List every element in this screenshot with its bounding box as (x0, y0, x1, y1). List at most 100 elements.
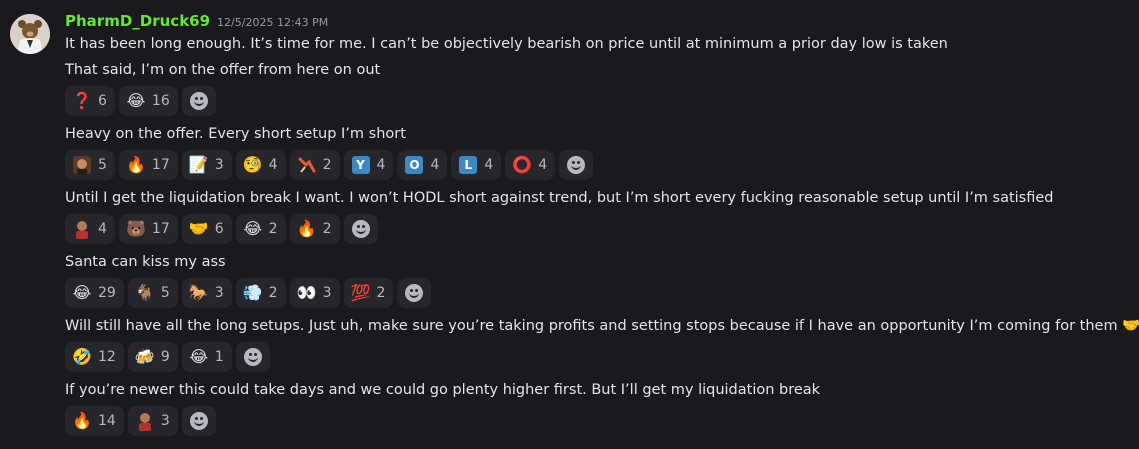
add-reaction-button[interactable] (181, 86, 216, 116)
rofl-icon: 🤣 (72, 347, 92, 366)
reaction-rofl[interactable]: 🤣 12 (65, 342, 124, 372)
smiley-add-icon (243, 348, 262, 366)
letter-y-icon: Y (351, 155, 371, 175)
reaction-bar: 😂 29 🐐 5 🐎 3 💨 2 👀 3 💯 2 (65, 278, 432, 308)
reaction-count: 2 (322, 221, 332, 237)
add-reaction-button[interactable] (181, 406, 216, 436)
reaction-chart-down[interactable]: 2 (289, 150, 340, 180)
username[interactable]: PharmD_Druck69 (65, 12, 210, 30)
reaction-hundred[interactable]: 💯 2 (343, 278, 394, 308)
fire-icon: 🔥 (125, 155, 146, 174)
avatar[interactable] (10, 14, 50, 54)
tears-of-joy-icon: 😂 (189, 347, 209, 366)
reaction-letter-o[interactable]: O 4 (397, 150, 448, 180)
hollow-circle-icon: ⭕ (512, 155, 533, 174)
reaction-bar: 🔥 14 3 (65, 406, 216, 436)
message-text: If you’re newer this could take days and… (65, 382, 821, 398)
reaction-custom-person[interactable]: 3 (127, 406, 178, 436)
reaction-count: 5 (98, 157, 107, 173)
reaction-fire[interactable]: 🔥 2 (289, 214, 340, 244)
reaction-count: 5 (160, 285, 170, 301)
reaction-goat[interactable]: 🐐 5 (127, 278, 178, 308)
reaction-count: 6 (214, 221, 224, 237)
hundred-points-icon: 💯 (350, 283, 371, 302)
reaction-letter-l[interactable]: L 4 (451, 150, 502, 180)
reaction-count: 2 (376, 285, 386, 301)
reaction-handshake[interactable]: 🤝 6 (181, 214, 232, 244)
message-group: PharmD_Druck69 12/5/2025 12:43 PM It has… (0, 0, 1139, 449)
message-text: Heavy on the offer. Every short setup I’… (65, 126, 406, 142)
fire-icon: 🔥 (296, 219, 317, 238)
reaction-memo[interactable]: 📝 3 (181, 150, 232, 180)
eyes-icon: 👀 (296, 283, 317, 302)
question-mark-icon: ❓ (72, 91, 92, 110)
reaction-eyes[interactable]: 👀 3 (289, 278, 340, 308)
reaction-count: 29 (98, 285, 116, 301)
custom-chart-down-icon (297, 155, 317, 175)
reaction-count: 3 (214, 285, 224, 301)
reaction-tears-of-joy[interactable]: 😂 29 (65, 278, 124, 308)
monocle-face-icon: 🧐 (242, 155, 263, 174)
reaction-bar: 4 🐻 17 🤝 6 😂 2 🔥 2 (65, 214, 378, 244)
tears-of-joy-icon: 😂 (72, 283, 92, 302)
reaction-fire[interactable]: 🔥 14 (65, 406, 124, 436)
reaction-bar: ❓ 6 😂 16 (65, 86, 216, 116)
add-reaction-button[interactable] (559, 150, 594, 180)
reaction-custom-person[interactable]: 4 (65, 214, 115, 244)
smiley-add-icon (567, 156, 586, 174)
add-reaction-button[interactable] (343, 214, 378, 244)
reaction-bar: 🤣 12 🍻 9 😂 1 (65, 342, 270, 372)
timestamp: 12/5/2025 12:43 PM (217, 16, 329, 29)
reaction-fire[interactable]: 🔥 17 (118, 150, 178, 180)
reaction-custom-face[interactable]: 5 (65, 150, 115, 180)
custom-person-icon (135, 411, 155, 431)
reaction-count: 2 (322, 157, 332, 173)
reaction-count: 3 (160, 413, 170, 429)
reaction-count: 4 (484, 157, 494, 173)
reaction-count: 17 (151, 221, 170, 237)
add-reaction-button[interactable] (235, 342, 270, 372)
reaction-monocle[interactable]: 🧐 4 (235, 150, 286, 180)
reaction-bear[interactable]: 🐻 17 (118, 214, 178, 244)
letter-o-icon: O (404, 155, 424, 175)
reaction-hollow-circle[interactable]: ⭕ 4 (505, 150, 556, 180)
reaction-count: 14 (98, 413, 116, 429)
dust-cloud-icon: 💨 (242, 283, 263, 302)
reaction-count: 4 (376, 157, 386, 173)
message-text: That said, I’m on the offer from here on… (65, 62, 381, 78)
reaction-dust-cloud[interactable]: 💨 2 (235, 278, 286, 308)
reaction-tears-of-joy[interactable]: 😂 1 (181, 342, 232, 372)
reaction-count: 12 (98, 349, 116, 365)
bear-icon: 🐻 (125, 219, 146, 238)
tears-of-joy-icon: 😂 (126, 91, 146, 110)
message-text: Until I get the liquidation break I want… (65, 190, 1054, 206)
reaction-count: 3 (214, 157, 224, 173)
goat-icon: 🐐 (134, 283, 155, 302)
reaction-count: 16 (151, 93, 170, 109)
reaction-clinking-beers[interactable]: 🍻 9 (127, 342, 178, 372)
message-text: Will still have all the long setups. Jus… (65, 318, 1139, 334)
message-text: Santa can kiss my ass (65, 254, 226, 270)
handshake-icon: 🤝 (188, 219, 209, 238)
reaction-tears-of-joy[interactable]: 😂 2 (235, 214, 286, 244)
message-header: PharmD_Druck69 12/5/2025 12:43 PM (65, 12, 328, 30)
reaction-count: 1 (214, 349, 224, 365)
reaction-count: 4 (268, 157, 278, 173)
reaction-count: 2 (268, 285, 278, 301)
smiley-add-icon (405, 284, 424, 302)
smiley-add-icon (351, 220, 370, 238)
reaction-count: 6 (98, 93, 107, 109)
memo-icon: 📝 (188, 155, 209, 174)
reaction-letter-y[interactable]: Y 4 (343, 150, 394, 180)
reaction-count: 4 (538, 157, 548, 173)
reaction-tears-of-joy[interactable]: 😂 16 (118, 86, 178, 116)
clinking-beers-icon: 🍻 (134, 347, 155, 366)
letter-l-icon: L (458, 155, 478, 175)
reaction-horse[interactable]: 🐎 3 (181, 278, 232, 308)
reaction-count: 3 (322, 285, 332, 301)
reaction-count: 4 (98, 221, 107, 237)
reaction-count: 9 (160, 349, 170, 365)
add-reaction-button[interactable] (397, 278, 432, 308)
custom-face-icon (72, 155, 92, 175)
reaction-question[interactable]: ❓ 6 (65, 86, 115, 116)
